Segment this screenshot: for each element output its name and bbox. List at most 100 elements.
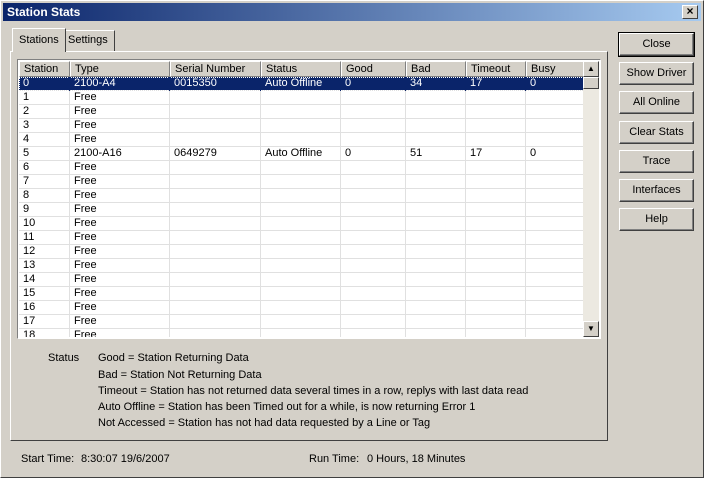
table-cell xyxy=(261,133,341,147)
column-header[interactable]: Busy xyxy=(526,61,584,77)
table-cell xyxy=(341,315,406,329)
table-row[interactable]: 16 Free xyxy=(19,301,584,315)
column-header[interactable]: Status xyxy=(261,61,341,77)
table-cell xyxy=(341,189,406,203)
table-cell xyxy=(406,231,466,245)
table-cell xyxy=(170,133,261,147)
table-cell: 17 xyxy=(466,147,526,161)
tab-settings[interactable]: Settings xyxy=(61,30,115,51)
table-cell xyxy=(341,231,406,245)
scroll-up-icon[interactable]: ▲ xyxy=(583,61,599,77)
close-button[interactable]: Close xyxy=(618,32,695,57)
table-cell xyxy=(170,245,261,259)
table-row[interactable]: 5 2100-A16 0649279 Auto Offline 0 51 17 0 xyxy=(19,147,584,161)
table-cell xyxy=(341,161,406,175)
table-row[interactable]: 8 Free xyxy=(19,189,584,203)
column-header[interactable]: Bad xyxy=(406,61,466,77)
stations-grid[interactable]: Station Type Serial Number Status Good Bad Tim… xyxy=(17,59,601,339)
table-cell xyxy=(341,259,406,273)
table-row[interactable]: 15 Free xyxy=(19,287,584,301)
table-cell xyxy=(466,231,526,245)
table-cell: Free xyxy=(70,133,170,147)
table-cell xyxy=(406,133,466,147)
all-online-button[interactable]: All Online xyxy=(619,91,694,114)
table-cell xyxy=(261,203,341,217)
table-cell xyxy=(466,189,526,203)
table-row[interactable]: 14 Free xyxy=(19,273,584,287)
table-cell xyxy=(341,133,406,147)
table-cell: 15 xyxy=(19,287,70,301)
stations-tab-panel: Station Type Serial Number Status Good Bad Tim… xyxy=(10,51,608,441)
table-row[interactable]: 13 Free xyxy=(19,259,584,273)
table-cell: 17 xyxy=(19,315,70,329)
table-row[interactable]: 6 Free xyxy=(19,161,584,175)
interfaces-button[interactable]: Interfaces xyxy=(619,179,694,202)
table-cell: 18 xyxy=(19,329,70,337)
tab-stations[interactable]: Stations xyxy=(12,28,66,52)
table-cell xyxy=(261,231,341,245)
column-header[interactable]: Serial Number xyxy=(170,61,261,77)
table-cell xyxy=(466,133,526,147)
table-cell xyxy=(526,161,584,175)
table-cell xyxy=(526,105,584,119)
title-bar[interactable]: Station Stats × xyxy=(3,3,701,21)
table-cell xyxy=(170,119,261,133)
table-cell: 0 xyxy=(526,77,584,91)
table-cell xyxy=(406,273,466,287)
table-row[interactable]: 1 Free xyxy=(19,91,584,105)
table-cell xyxy=(526,91,584,105)
table-row[interactable]: 18 Free xyxy=(19,329,584,337)
table-cell: 51 xyxy=(406,147,466,161)
table-cell xyxy=(261,329,341,337)
table-cell: Free xyxy=(70,161,170,175)
clear-stats-button[interactable]: Clear Stats xyxy=(619,121,694,144)
table-cell xyxy=(341,105,406,119)
table-cell xyxy=(406,287,466,301)
table-cell: 6 xyxy=(19,161,70,175)
trace-button[interactable]: Trace xyxy=(619,150,694,173)
table-row[interactable]: 10 Free xyxy=(19,217,584,231)
column-header[interactable]: Timeout xyxy=(466,61,526,77)
table-cell xyxy=(526,217,584,231)
column-header[interactable]: Station xyxy=(19,61,70,77)
close-icon[interactable]: × xyxy=(682,5,698,19)
table-cell: 16 xyxy=(19,301,70,315)
vertical-scrollbar[interactable]: ▲ ▼ xyxy=(583,61,599,337)
table-cell xyxy=(466,329,526,337)
scroll-thumb[interactable] xyxy=(583,77,599,89)
table-row[interactable]: 4 Free xyxy=(19,133,584,147)
table-cell xyxy=(466,175,526,189)
table-cell: 11 xyxy=(19,231,70,245)
table-cell xyxy=(466,161,526,175)
table-row[interactable]: 3 Free xyxy=(19,119,584,133)
table-row[interactable]: 17 Free xyxy=(19,315,584,329)
table-row[interactable]: 11 Free xyxy=(19,231,584,245)
show-driver-button[interactable]: Show Driver xyxy=(619,62,694,85)
table-cell xyxy=(406,91,466,105)
table-cell: 2100-A16 xyxy=(70,147,170,161)
table-cell xyxy=(466,91,526,105)
table-row[interactable]: 7 Free xyxy=(19,175,584,189)
table-row[interactable]: 12 Free xyxy=(19,245,584,259)
table-cell: 3 xyxy=(19,119,70,133)
table-cell xyxy=(406,175,466,189)
table-cell xyxy=(170,287,261,301)
table-cell: 2100-A4 xyxy=(70,77,170,91)
table-cell: Free xyxy=(70,259,170,273)
column-header[interactable]: Type xyxy=(70,61,170,77)
table-row[interactable]: 2 Free xyxy=(19,105,584,119)
help-button[interactable]: Help xyxy=(619,208,694,231)
table-cell: Free xyxy=(70,175,170,189)
table-cell xyxy=(170,189,261,203)
grid-rows: 0 2100-A4 0015350 Auto Offline 0 34 17 0 1 Free 2 F… xyxy=(19,77,584,337)
table-cell xyxy=(526,119,584,133)
grid-header: Station Type Serial Number Status Good Bad Tim… xyxy=(19,61,584,77)
table-cell xyxy=(341,301,406,315)
table-cell xyxy=(170,301,261,315)
column-header[interactable]: Good xyxy=(341,61,406,77)
table-cell xyxy=(261,189,341,203)
scroll-down-icon[interactable]: ▼ xyxy=(583,321,599,337)
table-row[interactable]: 9 Free xyxy=(19,203,584,217)
table-row[interactable]: 0 2100-A4 0015350 Auto Offline 0 34 17 0 xyxy=(19,77,584,91)
start-time-label: Start Time: xyxy=(21,453,75,465)
